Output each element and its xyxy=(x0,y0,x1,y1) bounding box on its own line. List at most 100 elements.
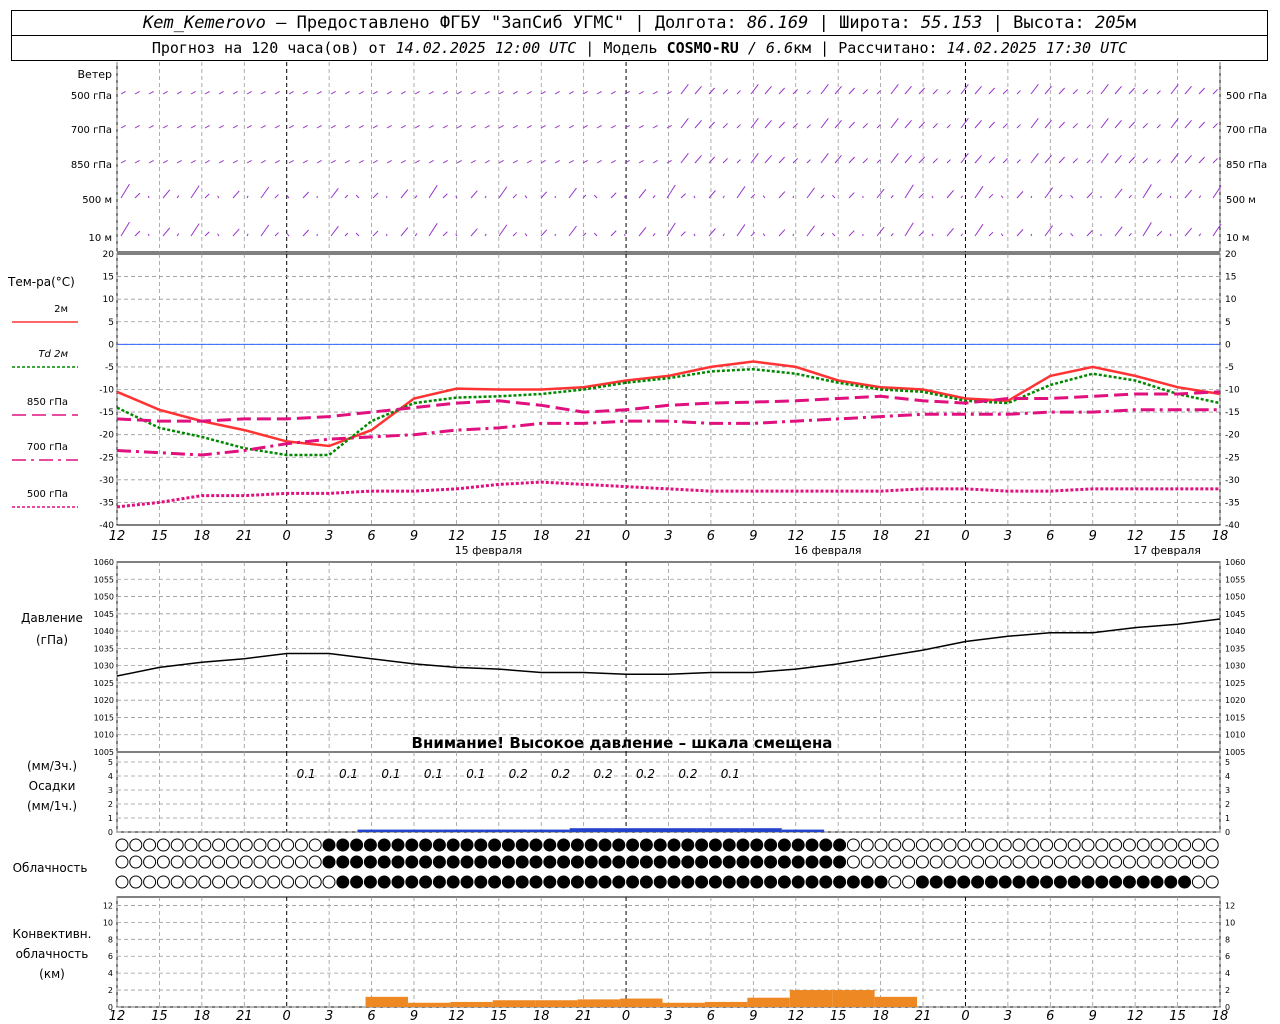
cloud-circle xyxy=(1122,875,1136,889)
wind-barb xyxy=(302,229,310,237)
cloud-circle xyxy=(984,855,998,869)
cloud-circle xyxy=(805,838,819,852)
cloud-circle xyxy=(1164,875,1178,889)
wind-barb xyxy=(638,159,644,164)
cloud-circle xyxy=(405,855,419,869)
wind-barb xyxy=(512,90,518,95)
wind-barb xyxy=(316,159,322,164)
wind-barb xyxy=(330,188,339,199)
wind-level-right-2: 850 гПа xyxy=(1226,160,1267,171)
wind-barb xyxy=(694,154,702,164)
temp-ytick-right: 20 xyxy=(1225,250,1237,260)
wind-barb xyxy=(355,232,360,237)
wind-barb xyxy=(330,124,336,129)
temp-ytick-right: -5 xyxy=(1225,363,1234,373)
precip-bar xyxy=(527,829,570,832)
cloud-circle xyxy=(336,855,350,869)
precip-amount-1: 0.1 xyxy=(339,767,358,781)
wind-barb xyxy=(568,124,574,129)
wind-barb xyxy=(1142,222,1152,237)
cloud-circle xyxy=(1040,855,1054,869)
time-axis-bottom-hour-25: 15 xyxy=(1169,1009,1186,1024)
cloud-circle xyxy=(667,875,681,889)
wind-barb xyxy=(1016,90,1021,95)
wind-barb xyxy=(232,124,238,129)
wind-barb xyxy=(484,124,490,129)
cloud-circle xyxy=(488,838,502,852)
wind-barb xyxy=(568,187,577,199)
conv-ytick-left: 10 xyxy=(103,918,113,927)
wind-barb xyxy=(1030,153,1039,164)
wind-barb xyxy=(260,159,266,164)
cloud-circle xyxy=(750,875,764,889)
wind-barb xyxy=(778,156,786,164)
temp-ytick-right: 5 xyxy=(1225,318,1231,328)
cloud-circle xyxy=(1109,855,1123,869)
cloud-circle xyxy=(777,838,791,852)
time-axis-bottom-hour-22: 6 xyxy=(1046,1009,1054,1024)
wind-barb xyxy=(204,193,210,199)
conv-bar xyxy=(832,990,875,1007)
prec-ytick-right: 2 xyxy=(1225,800,1230,809)
cloud-circle xyxy=(1205,875,1219,889)
cloud-circle xyxy=(888,838,902,852)
wind-barb xyxy=(946,90,951,95)
cloud-circle xyxy=(874,855,888,869)
cloud-circle xyxy=(115,855,129,869)
cloud-circle xyxy=(1178,875,1192,889)
time-axis-bottom-hour-14: 6 xyxy=(707,1009,715,1024)
time-axis-top-hour-12: 0 xyxy=(622,529,630,544)
wind-barb xyxy=(806,187,815,199)
wind-barb xyxy=(455,233,458,237)
time-axis-top-hour-10: 18 xyxy=(533,529,550,544)
cloud-circle xyxy=(998,855,1012,869)
prec-ytick-right: 3 xyxy=(1225,786,1230,795)
cloud-circle xyxy=(1012,855,1026,869)
wind-barb xyxy=(876,226,885,237)
press-ytick-right: 1045 xyxy=(1225,610,1245,619)
conv-ytick-right: 10 xyxy=(1225,918,1235,927)
wind-barb xyxy=(1002,158,1008,164)
wind-barb xyxy=(176,195,180,199)
cloud-circle xyxy=(170,838,184,852)
wind-barb xyxy=(694,119,702,129)
wind-barb xyxy=(1128,121,1136,129)
wind-level-left-0: 500 гПа xyxy=(71,91,112,102)
cloud-circle xyxy=(391,855,405,869)
cloud-circle xyxy=(432,875,446,889)
prec-frame xyxy=(116,751,1221,833)
prec-ytick-right: 5 xyxy=(1225,758,1230,767)
wind-barb xyxy=(946,227,954,237)
cloud-circle xyxy=(598,855,612,869)
cloud-circle xyxy=(1136,855,1150,869)
wind-barb xyxy=(218,124,224,129)
cloud-circle xyxy=(253,838,267,852)
day-label-1: 16 февраля xyxy=(794,544,862,557)
conv-bar xyxy=(662,1002,705,1007)
wind-barb xyxy=(778,87,786,95)
wind-barb xyxy=(1030,118,1039,129)
cloud-circle xyxy=(681,855,695,869)
wind-barb xyxy=(946,124,951,129)
wind-barb xyxy=(1212,89,1218,95)
wind-barb xyxy=(1198,156,1206,164)
press-ytick-left: 1015 xyxy=(94,713,114,722)
wind-barb xyxy=(344,124,350,129)
cloud-circle xyxy=(764,838,778,852)
wind-barb xyxy=(652,195,656,199)
wind-barb xyxy=(1072,123,1078,129)
wind-barb xyxy=(890,195,894,199)
prec-ytick-right: 0 xyxy=(1225,828,1230,837)
temp-ytick-left: -10 xyxy=(99,386,114,396)
wind-barb xyxy=(1114,119,1122,129)
cloud-circle xyxy=(212,855,226,869)
cloud-circle xyxy=(1122,838,1136,852)
cloud-circle xyxy=(543,838,557,852)
wind-barb xyxy=(806,159,811,164)
wind-barb xyxy=(666,124,672,129)
wind-level-right-1: 700 гПа xyxy=(1226,125,1267,136)
time-axis-top-hour-24: 12 xyxy=(1127,529,1144,544)
cloud-circle xyxy=(1205,838,1219,852)
cloud-circle xyxy=(957,855,971,869)
cloud-circle xyxy=(184,875,198,889)
